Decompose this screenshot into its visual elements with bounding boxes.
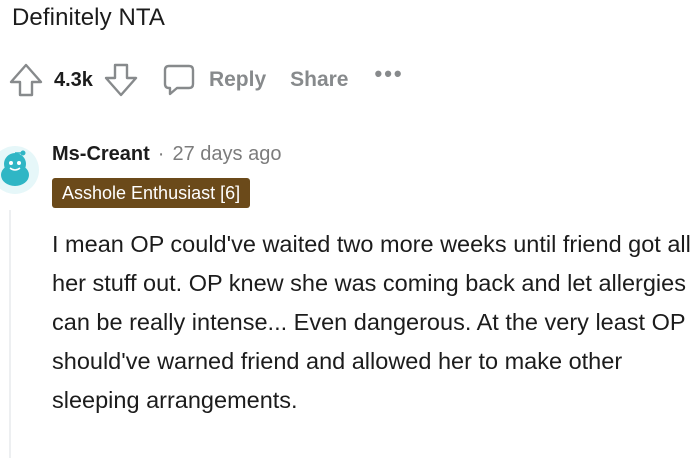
reply-button[interactable]: Reply [161, 62, 266, 98]
speech-bubble-icon [163, 64, 195, 96]
thread-line[interactable] [9, 210, 11, 458]
avatar[interactable] [0, 145, 40, 195]
comment-header: Ms-Creant · 27 days ago [52, 143, 281, 166]
arrow-up-icon [9, 63, 43, 97]
separator-dot: · [157, 143, 165, 165]
more-options-button[interactable]: ••• [375, 61, 404, 87]
username[interactable]: Ms-Creant [52, 143, 150, 166]
timestamp[interactable]: 27 days ago [172, 143, 281, 166]
vote-count: 4.3k [54, 68, 93, 91]
downvote-button[interactable] [101, 60, 141, 100]
comment-action-bar: 4.3k Reply Share ••• [6, 60, 404, 100]
reply-label: Reply [208, 68, 267, 91]
reddit-comment-thread: Definitely NTA 4.3k Reply Share ••• Ms-C… [0, 0, 700, 458]
snoo-avatar-icon [0, 146, 39, 194]
arrow-down-icon [104, 63, 138, 97]
upvote-button[interactable] [6, 60, 46, 100]
comment-body: I mean OP could've waited two more weeks… [52, 231, 691, 413]
previous-comment-text: Definitely NTA [12, 4, 165, 31]
share-button[interactable]: Share [290, 68, 348, 92]
user-flair: Asshole Enthusiast [6] [52, 178, 251, 208]
